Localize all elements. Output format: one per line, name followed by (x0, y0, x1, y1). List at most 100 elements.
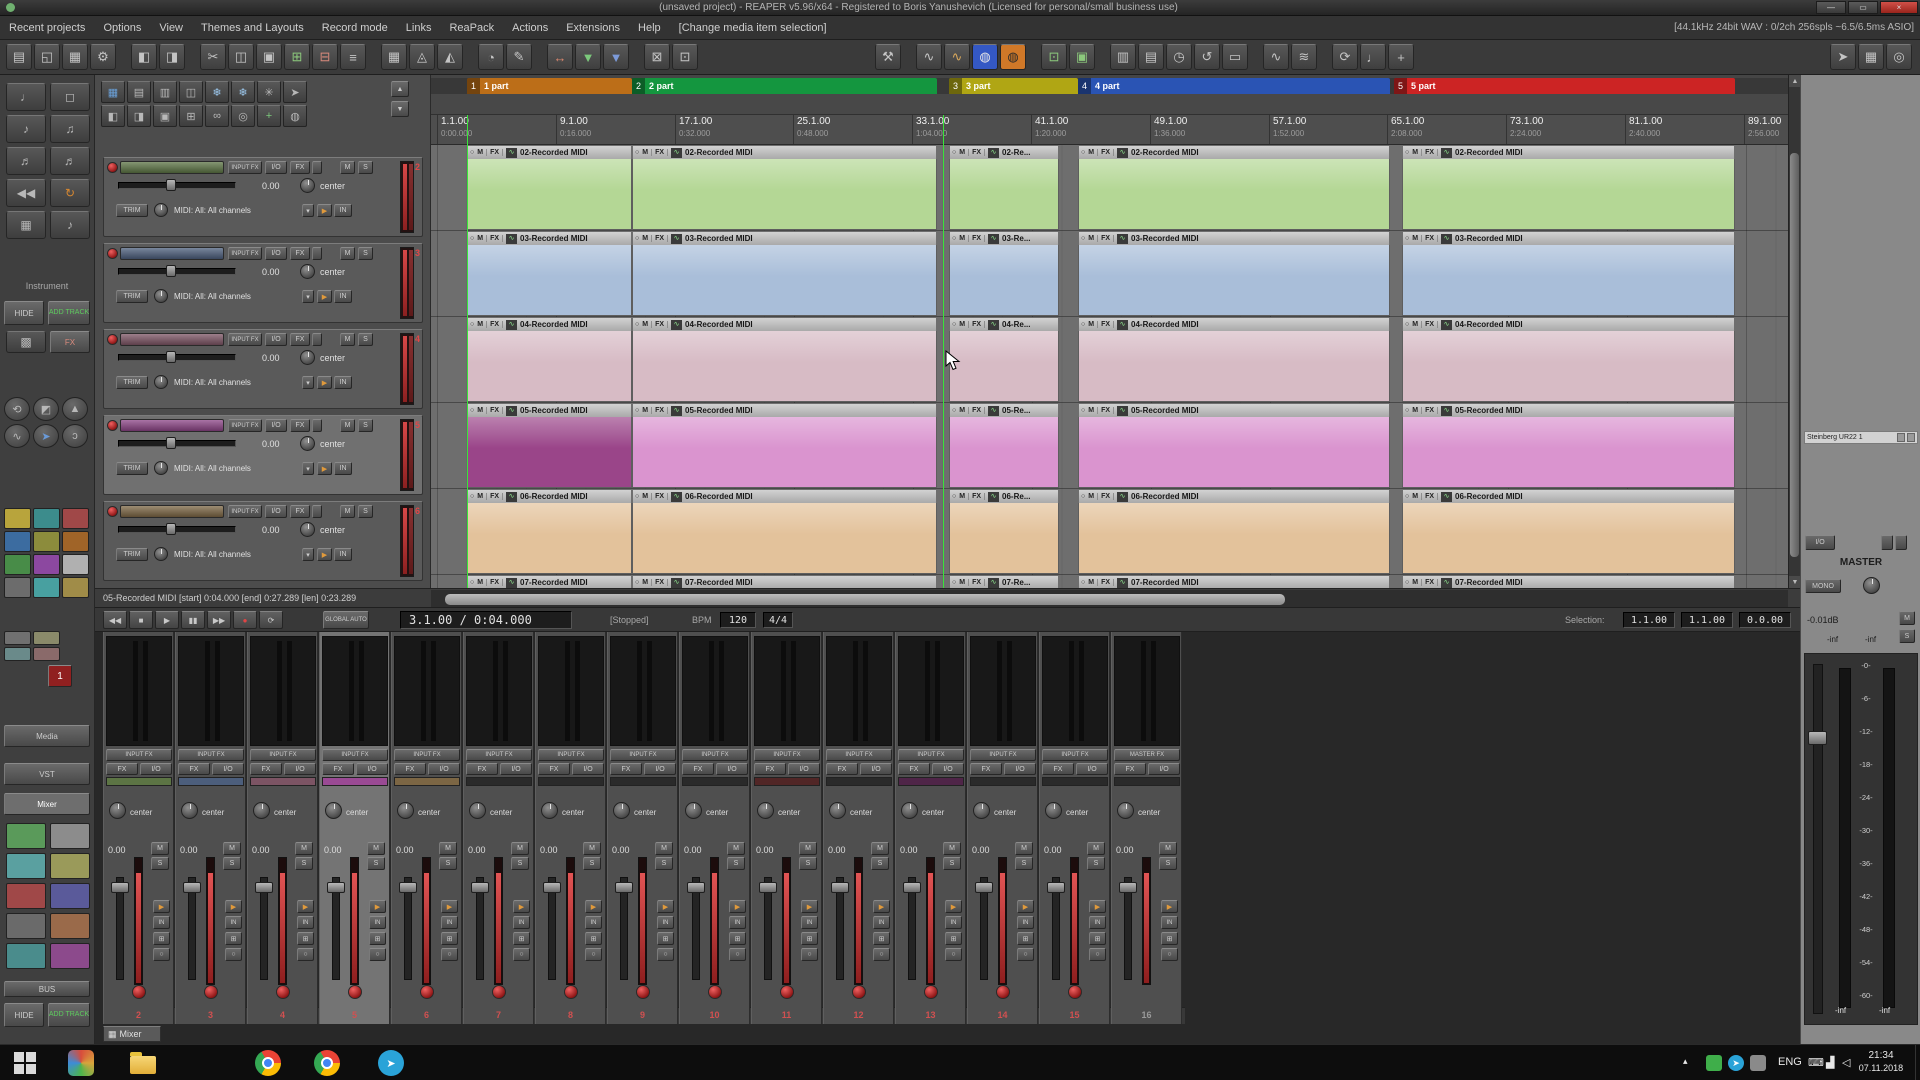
mixer-strip[interactable]: INPUT FX FX I/O center 0.00 M S ▶ IN ⊞ ○… (391, 632, 462, 1024)
item-mute-button[interactable]: M (477, 149, 487, 156)
transport-position-display[interactable]: 3.1.00 / 0:04.000 (400, 611, 572, 629)
item-mute-button[interactable]: M (1088, 149, 1098, 156)
strip-mute-button[interactable]: M (439, 842, 457, 855)
record-arm-button[interactable] (107, 162, 118, 173)
item-lock-icon[interactable]: ○ (635, 321, 639, 328)
taskbar-clock[interactable]: 21:34 07.11.2018 (1852, 1049, 1910, 1075)
item-lock-icon[interactable]: ○ (470, 493, 474, 500)
menu-item[interactable]: Links (397, 19, 441, 37)
midi-item-header[interactable]: ○ M FX ∿ 07-Recorded MIDI (1402, 575, 1735, 588)
menu-item[interactable]: Record mode (313, 19, 397, 37)
strip-io-button[interactable]: I/O (1148, 763, 1180, 775)
midi-item-body[interactable] (632, 245, 937, 316)
trim-mode-button[interactable]: TRIM (116, 204, 148, 217)
input-fx-button[interactable]: INPUT FX (228, 247, 262, 260)
midi-item-body[interactable] (1078, 245, 1390, 316)
midi-item-header[interactable]: ○ M FX ∿ 04-Re... (949, 317, 1059, 331)
mixer-shortcut-icon[interactable] (50, 853, 90, 879)
menu-item[interactable]: [Change media item selection] (670, 19, 836, 37)
rail-tool-icon[interactable]: ♩ (6, 83, 46, 111)
item-fx-button[interactable]: FX (1425, 149, 1438, 156)
strip-monitor-button[interactable]: ▶ (1089, 900, 1106, 913)
master-mute-button[interactable]: M (1899, 611, 1915, 625)
show-desktop-button[interactable] (1915, 1045, 1920, 1080)
item-fx-button[interactable]: FX (1425, 235, 1438, 242)
fx-button[interactable]: FX (290, 247, 310, 260)
strip-pan-knob[interactable] (181, 802, 198, 819)
plugin-shortcut-icon[interactable] (4, 531, 31, 552)
fx-param-button[interactable] (312, 419, 322, 432)
input-dropdown-icon[interactable]: ▾ (302, 462, 314, 475)
strip-solo-button[interactable]: S (1015, 857, 1033, 870)
item-fx-button[interactable]: FX (1101, 493, 1114, 500)
insert-track-icon[interactable]: + (1388, 44, 1414, 70)
menu-item[interactable]: Help (629, 19, 670, 37)
midi-item-header[interactable]: ○ M FX ∿ 02-Re... (949, 145, 1059, 159)
preset-1-button[interactable]: 1 (48, 665, 72, 687)
midi-item-body[interactable] (467, 245, 632, 316)
monitor-button[interactable]: ▶ (317, 376, 332, 389)
mixer-shortcut-icon[interactable] (50, 943, 90, 969)
midi-item[interactable]: ○ M FX ∿ 05-Recorded MIDI (1078, 403, 1390, 488)
item-mute-button[interactable]: M (1088, 321, 1098, 328)
strip-solo-button[interactable]: S (943, 857, 961, 870)
strip-routing-button[interactable]: ⊞ (369, 932, 386, 945)
rail-tool-icon[interactable]: ♪ (50, 211, 90, 239)
add-region-icon[interactable]: ▼ (603, 44, 629, 70)
item-lock-icon[interactable]: ○ (952, 493, 956, 500)
midi-item-header[interactable]: ○ M FX ∿ 07-Recorded MIDI (467, 575, 632, 588)
file-explorer-icon[interactable] (130, 1050, 156, 1076)
big-clock-icon[interactable]: ◷ (1166, 44, 1192, 70)
strip-mute-button[interactable]: M (871, 842, 889, 855)
midi-item-body[interactable] (467, 331, 632, 402)
screenset-2-icon[interactable]: ◨ (159, 44, 185, 70)
tray-app-1-icon[interactable] (1706, 1055, 1722, 1071)
item-fx-button[interactable]: FX (972, 579, 985, 586)
midi-item[interactable]: ○ M FX ∿ 04-Recorded MIDI (632, 317, 937, 402)
midi-item-body[interactable] (1078, 331, 1390, 402)
strip-record-arm-button[interactable] (348, 985, 362, 999)
plugin-shortcut-icon[interactable] (33, 577, 60, 598)
midi-item[interactable]: ○ M FX ∿ 04-Recorded MIDI (1078, 317, 1390, 402)
project-settings-icon[interactable]: ⚙ (90, 44, 116, 70)
mixer-strip[interactable]: INPUT FX FX I/O center 0.00 M S ▶ IN ⊞ ○… (607, 632, 678, 1024)
midi-item-body[interactable] (632, 503, 937, 574)
master-fader-track[interactable] (1813, 664, 1823, 1014)
cleanup-icon[interactable]: ⚒ (875, 44, 901, 70)
strip-mute-button[interactable]: M (583, 842, 601, 855)
track-name-field[interactable] (120, 419, 224, 432)
strip-solo-button[interactable]: S (1159, 857, 1177, 870)
scroll-up-button[interactable]: ▲ (391, 81, 409, 97)
plugin-shortcut-icon[interactable] (62, 577, 89, 598)
item-mute-button[interactable]: M (959, 321, 969, 328)
track-panel[interactable]: INPUT FX I/O FX M S 0.00 center TRIM MID… (103, 157, 423, 237)
strip-input-button[interactable]: IN (657, 916, 674, 929)
strip-mute-button[interactable]: M (511, 842, 529, 855)
pan-knob[interactable] (300, 522, 315, 537)
item-fx-button[interactable]: FX (1425, 493, 1438, 500)
global-automation-button[interactable]: GLOBAL AUTO (323, 611, 369, 629)
io-button[interactable]: I/O (265, 333, 287, 346)
monitor-button[interactable]: ▶ (317, 548, 332, 561)
item-mute-button[interactable]: M (1412, 149, 1422, 156)
strip-input-button[interactable]: IN (441, 916, 458, 929)
item-lock-icon[interactable]: ○ (1405, 149, 1409, 156)
strip-input-button[interactable]: IN (513, 916, 530, 929)
arrange-hscrollbar[interactable]: ⊖ ⊕ ▭ ◫ (431, 590, 1788, 607)
item-mute-button[interactable]: M (1412, 321, 1422, 328)
mixer-strip[interactable]: MASTER FX FX I/O center 0.00 M S ▶ IN ⊞ … (1111, 632, 1182, 1024)
strip-input-button[interactable]: IN (153, 916, 170, 929)
item-fx-button[interactable]: FX (1101, 407, 1114, 414)
pan-knob[interactable] (300, 436, 315, 451)
midi-item-header[interactable]: ○ M FX ∿ 02-Recorded MIDI (632, 145, 937, 159)
strip-input-fx-button[interactable]: INPUT FX (970, 749, 1036, 761)
solo-button[interactable]: S (358, 505, 373, 518)
browser-icon[interactable] (314, 1050, 340, 1076)
rail-tool-icon[interactable]: ◻ (50, 83, 90, 111)
metronome-icon[interactable]: ◔ (478, 44, 504, 70)
strip-routing-button[interactable]: ⊞ (873, 932, 890, 945)
pan-knob[interactable] (300, 350, 315, 365)
midi-item[interactable]: ○ M FX ∿ 06-Recorded MIDI (1078, 489, 1390, 574)
midi-item-header[interactable]: ○ M FX ∿ 07-Recorded MIDI (632, 575, 937, 588)
item-mute-button[interactable]: M (642, 493, 652, 500)
